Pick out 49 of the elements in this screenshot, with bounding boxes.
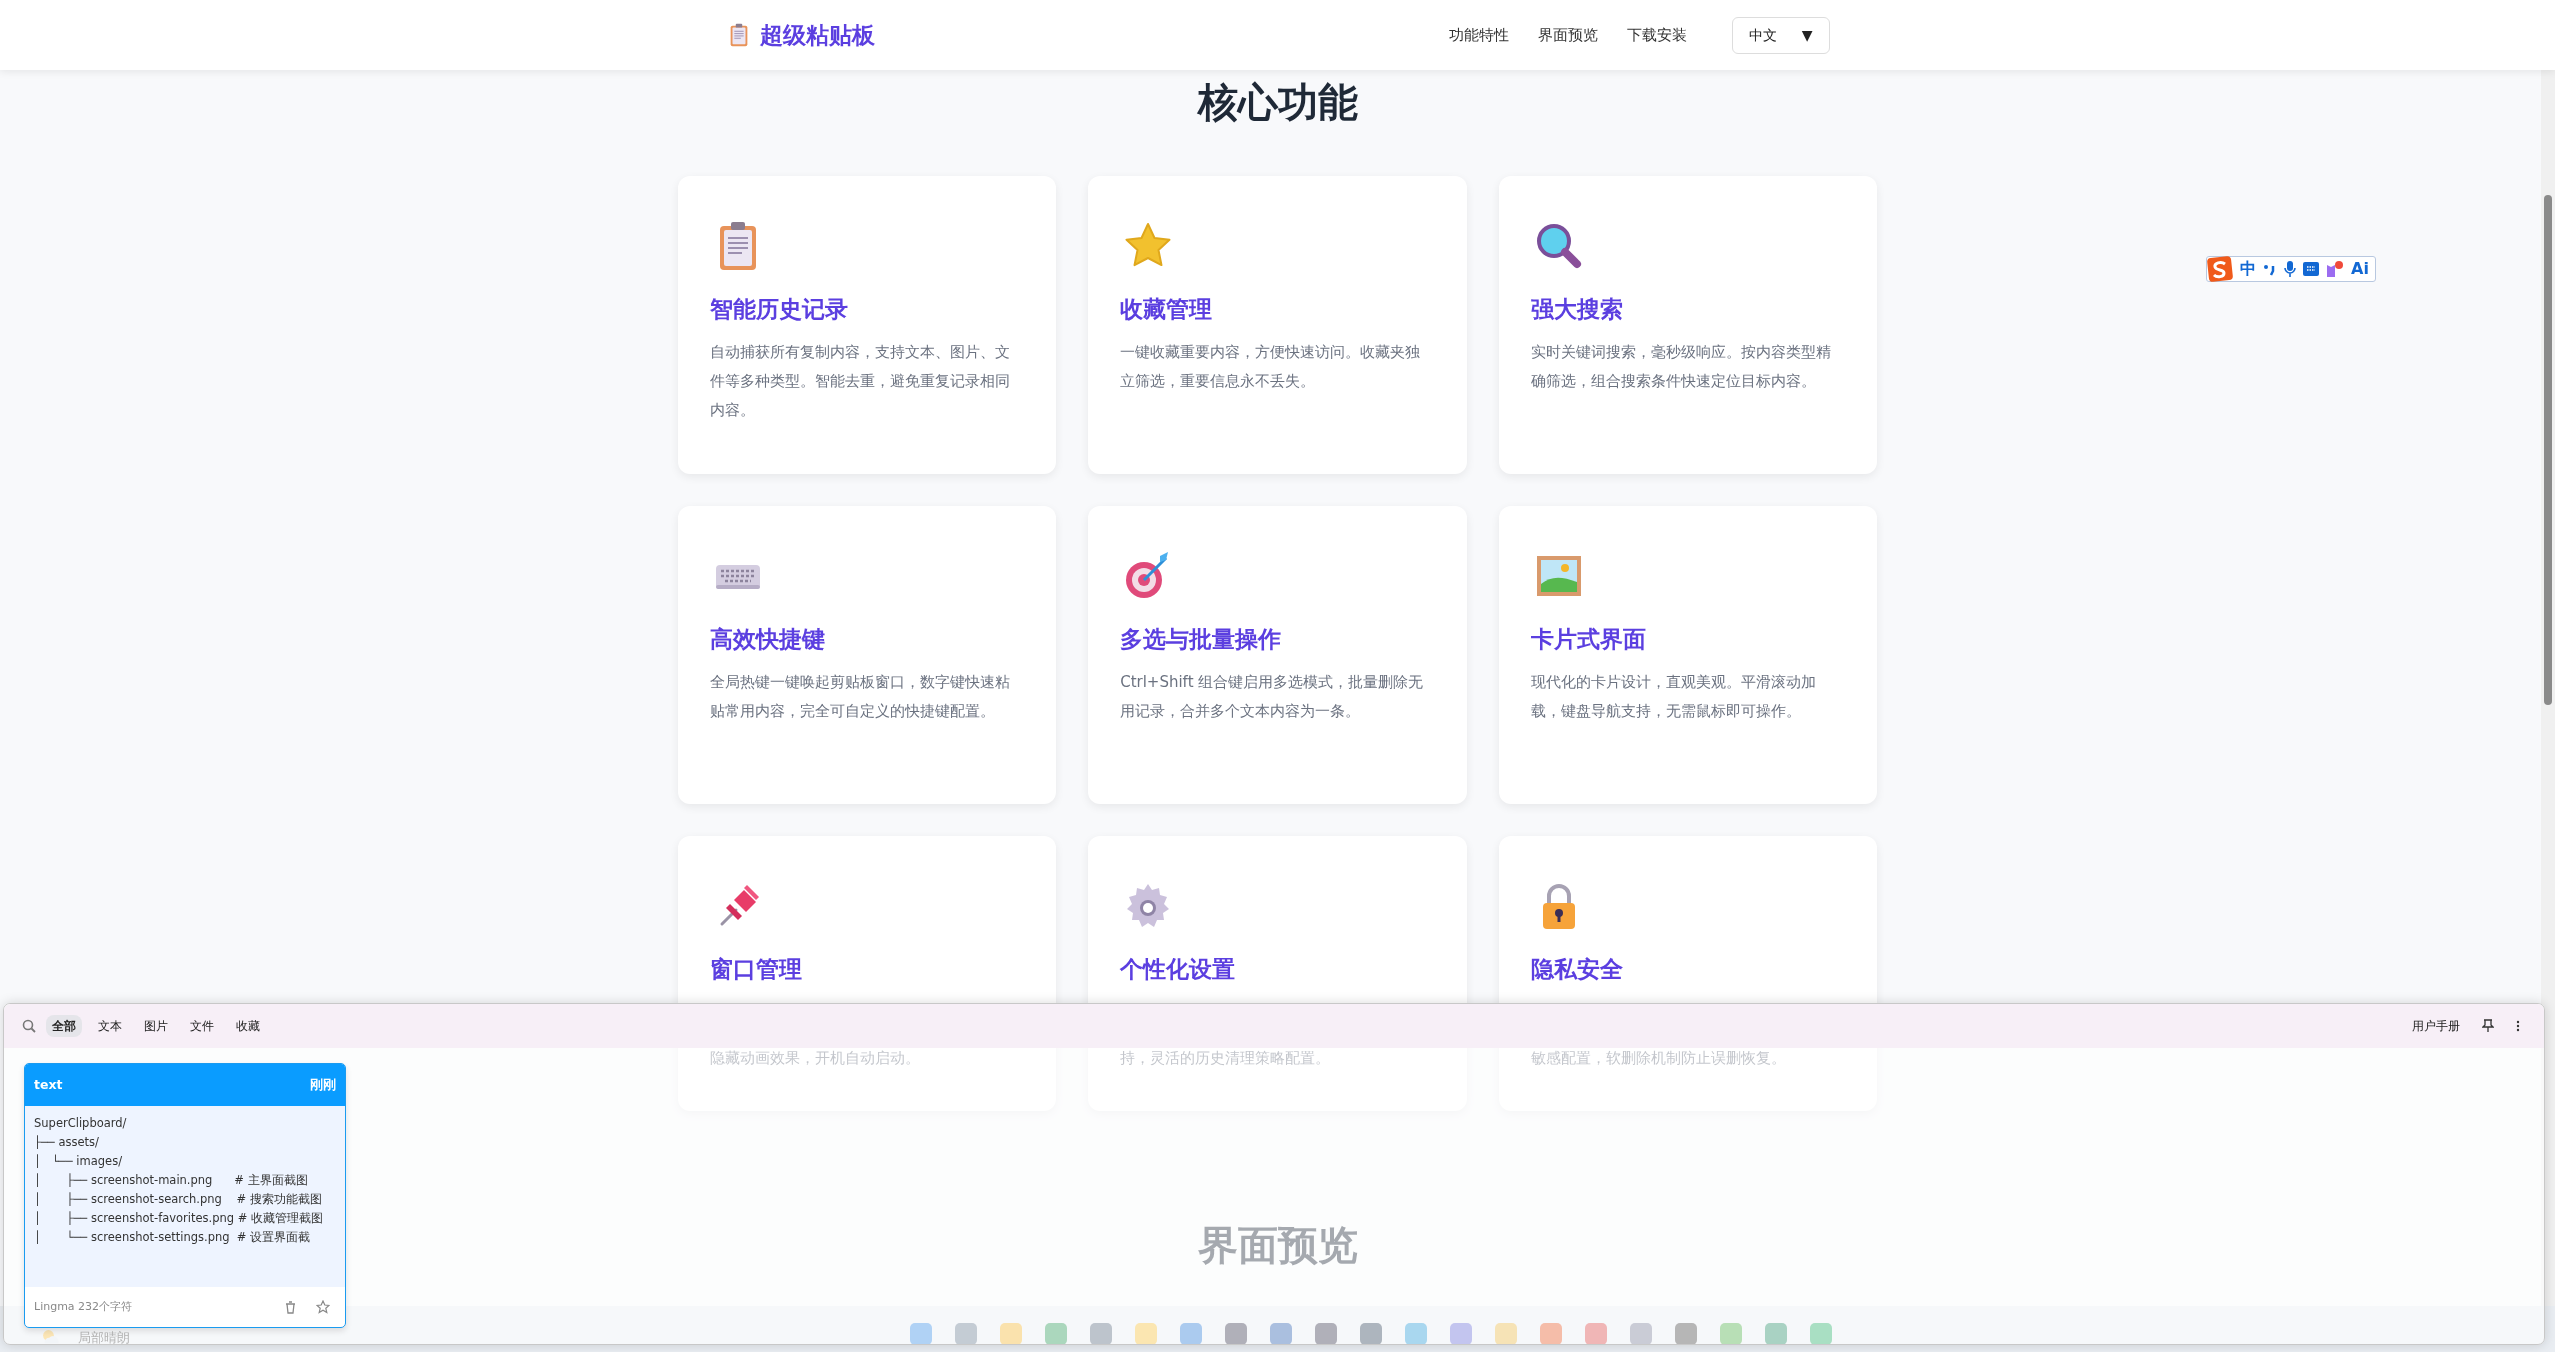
feature-description: 全局热键一键唤起剪贴板窗口，数字键快速粘贴常用内容，完全可自定义的快捷键配置。: [709, 671, 1011, 722]
feature-title: 多选与批量操作: [1120, 626, 1283, 654]
keyboard-icon[interactable]: [2303, 262, 2319, 276]
sogou-logo-icon[interactable]: [2207, 255, 2233, 283]
clip-type: text: [34, 1075, 63, 1094]
feature-description: Ctrl+Shift 组合键启用多选模式，批量删除无用记录，合并多个文本内容为一条。: [1120, 671, 1425, 722]
nav-link[interactable]: 界面预览: [1537, 23, 1598, 47]
feature-title: 卡片式界面: [1530, 626, 1647, 654]
feature-title: 收藏管理: [1120, 296, 1214, 324]
section-title: 界面预览: [1196, 1221, 1359, 1269]
feature-description: 一键收藏重要内容，方便快速访问。收藏夹独立筛选，重要信息永不丢失。: [1120, 341, 1422, 392]
feature-title: 隐私安全: [1530, 956, 1624, 984]
feature-description: 自动捕获所有复制内容，支持文本、图片、文件等多种类型。智能去重，避免重复记录相同内容。: [709, 341, 1011, 421]
feature-description: 实时关键词搜索，毫秒级响应。按内容类型精确筛选，组合搜索条件快速定位目标内容。: [1530, 341, 1832, 392]
feature-title: 智能历史记录: [709, 296, 849, 324]
feature-title: 强大搜索: [1530, 296, 1624, 324]
feature-title: 高效快捷键: [709, 626, 826, 654]
language-select[interactable]: 中文 ▼: [1731, 16, 1830, 54]
microphone-icon[interactable]: [2284, 260, 2296, 278]
ime-ai-button[interactable]: Ai: [2351, 261, 2369, 277]
clip-info: Lingma 232个字符: [34, 1298, 133, 1315]
brand-name[interactable]: 超级粘贴板: [759, 17, 875, 53]
feature-description: 隐藏动画效果，开机自动启动。: [709, 1047, 921, 1069]
clip-content: SuperClipboard/ ├── assets/ │ └── images/ │ ├── screenshot-main.png # 主界面截图 │ ├── screenshot-search.png # 搜索功能截图 │ ├── screenshot-favorites.png # 收藏管理截图 │ └── screenshot-settings.png # 设置界面截: [34, 1115, 325, 1246]
skin-icon[interactable]: [2326, 260, 2344, 278]
ime-mode[interactable]: 中: [2240, 261, 2256, 277]
feature-title: 个性化设置: [1120, 956, 1237, 984]
pin-icon: [2482, 1019, 2494, 1033]
weather-text: 局部晴朗: [78, 1328, 130, 1347]
more-icon: [2516, 1020, 2520, 1032]
filter-tab[interactable]: 全部: [46, 1015, 82, 1037]
filter-tab[interactable]: 文件: [184, 1015, 220, 1037]
clip-card[interactable]: [24, 1063, 346, 1328]
scrollbar-thumb[interactable]: [2544, 195, 2552, 705]
filter-tab[interactable]: 收藏: [230, 1015, 266, 1037]
filter-tab[interactable]: 文本: [92, 1015, 128, 1037]
punctuation-icon[interactable]: [2263, 262, 2277, 276]
feature-description: 现代化的卡片设计，直观美观。平滑滚动加载，键盘导航支持，无需鼠标即可操作。: [1530, 671, 1817, 722]
clip-time: 刚刚: [310, 1075, 336, 1094]
nav-link[interactable]: 功能特性: [1448, 23, 1509, 47]
caret-icon: ▼: [1801, 24, 1813, 46]
filter-tab[interactable]: 图片: [138, 1015, 174, 1037]
section-title: 核心功能: [1196, 78, 1359, 127]
feature-title: 窗口管理: [709, 956, 803, 984]
trash-icon: [285, 1300, 296, 1314]
language-value: 中文: [1748, 25, 1777, 45]
search-icon[interactable]: [22, 1019, 36, 1033]
nav-link[interactable]: 下载安装: [1626, 23, 1687, 47]
manual-link[interactable]: 用户手册: [2406, 1016, 2466, 1036]
